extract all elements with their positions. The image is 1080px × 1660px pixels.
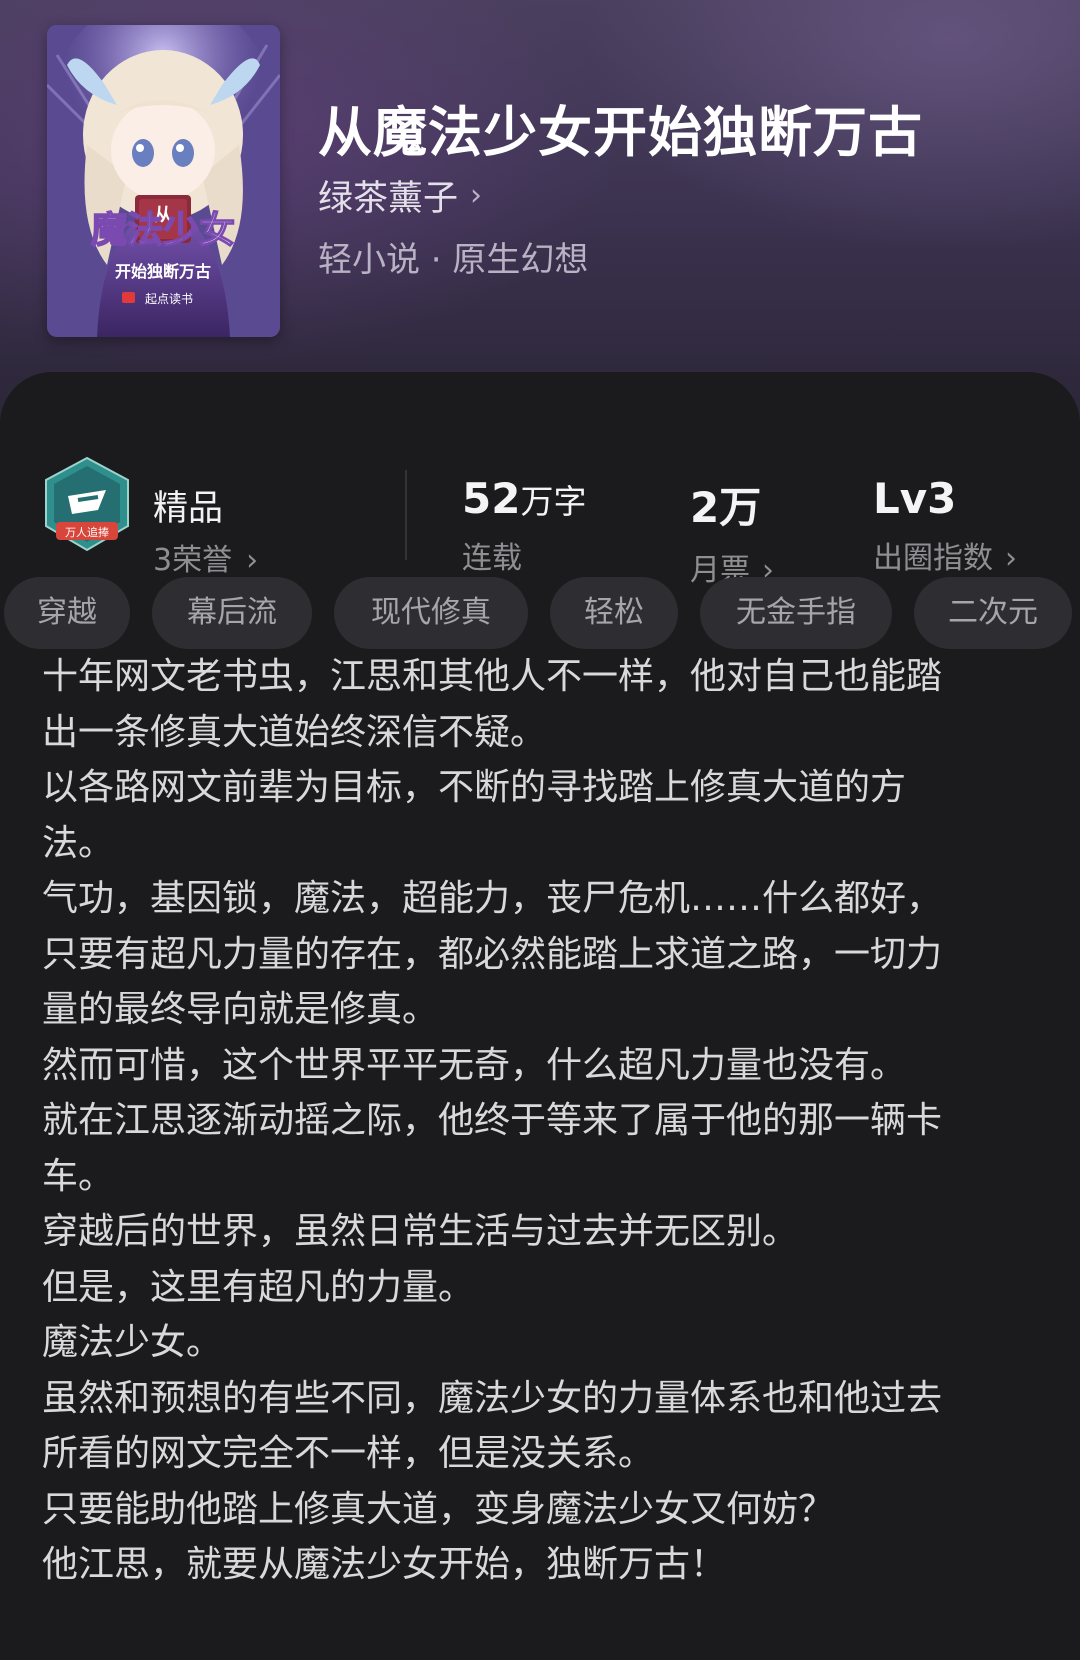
description-line: 他江思，就要从魔法少女开始，独断万古！ xyxy=(42,1544,727,1585)
description-line: 只要有超凡力量的存在，都必然能踏上求道之路，一切力 xyxy=(42,933,943,975)
monthly-ticket-stat[interactable]: 2万 月票 › xyxy=(690,474,774,589)
popularity-level: Lv3 xyxy=(873,474,957,523)
description-line: 车。 xyxy=(42,1155,115,1197)
book-description: 十年网文老书虫，江思和其他人不一样，他对自己也能踏 出一条修真大道始终深信不疑。… xyxy=(42,649,1042,1593)
author-name: 绿茶薰子 xyxy=(318,179,459,219)
description-line: 然而可惜，这个世界平平无奇，什么超凡力量也没有。 xyxy=(42,1044,907,1086)
description-line: 只要能助他踏上修真大道，变身魔法少女又何妨？ xyxy=(42,1488,835,1530)
book-detail-page: 从 魔法少女 开始独断万古 起点读书 从魔法少女开始独断万古 绿茶薰子 › 轻小… xyxy=(0,0,1080,1660)
book-info-panel: 万人追捧 精品 3荣誉 › 52万字 连载 2万 月票› Lv3 出圈指数 › xyxy=(0,372,1080,1660)
honor-link[interactable]: 3荣誉 › xyxy=(153,535,258,579)
serial-status: 连载 xyxy=(462,541,522,576)
stats-row: 万人追捧 精品 3荣誉 › 52万字 连载 2万 月票 › Lv3 出圈指数 › xyxy=(0,422,1080,588)
popularity-label: 出圈指数 xyxy=(873,541,993,576)
cover-title: 魔法少女 xyxy=(91,210,235,251)
book-title: 从魔法少女开始独断万古 xyxy=(318,101,923,164)
description-line: 出一条修真大道始终深信不疑。 xyxy=(42,711,547,753)
popularity-stat[interactable]: Lv3 出圈指数 › xyxy=(873,474,1017,577)
cover-publisher: 起点读书 xyxy=(145,292,193,306)
description-line: 气功，基因锁，魔法，超能力，丧尸危机……什么都好， xyxy=(42,878,943,919)
description-line: 但是，这里有超凡的力量。 xyxy=(42,1266,475,1308)
description-line: 量的最终导向就是修真。 xyxy=(42,989,439,1030)
tag-chip[interactable]: 二次元 xyxy=(914,577,1072,649)
tag-chip[interactable]: 幕后流 xyxy=(152,577,312,649)
chevron-right-icon: › xyxy=(246,543,259,578)
monthly-ticket-value: 2万 xyxy=(690,483,762,532)
honor-title: 精品 xyxy=(153,489,224,529)
honor-badge-icon[interactable]: 万人追捧 xyxy=(42,456,132,552)
description-line: 以各路网文前辈为目标，不断的寻找踏上修真大道的方 xyxy=(42,767,907,808)
book-header: 从 魔法少女 开始独断万古 起点读书 从魔法少女开始独断万古 绿茶薰子 › 轻小… xyxy=(0,0,1080,420)
tag-chip[interactable]: 穿越 xyxy=(4,577,130,649)
word-count-unit: 万字 xyxy=(520,482,587,521)
tag-chip[interactable]: 无金手指 xyxy=(700,577,892,649)
stats-divider xyxy=(405,470,407,560)
tag-list: 穿越 幕后流 现代修真 轻松 无金手指 二次元 xyxy=(4,577,1080,651)
word-count-value: 52 xyxy=(462,474,521,523)
author-link[interactable]: 绿茶薰子 › xyxy=(318,170,482,221)
tag-chip[interactable]: 轻松 xyxy=(550,577,678,649)
description-line: 魔法少女。 xyxy=(42,1322,223,1363)
word-count-stat: 52万字 连载 xyxy=(462,474,586,577)
description-line: 就在江思逐渐动摇之际，他终于等来了属于他的那一辆卡 xyxy=(42,1100,943,1141)
description-line: 法。 xyxy=(42,822,115,864)
book-cover[interactable]: 从 魔法少女 开始独断万古 起点读书 xyxy=(47,25,280,337)
description-line: 所看的网文完全不一样，但是没关系。 xyxy=(42,1433,655,1474)
description-line: 十年网文老书虫，江思和其他人不一样，他对自己也能踏 xyxy=(42,656,943,697)
cover-subtitle: 开始独断万古 xyxy=(115,262,211,281)
honor-count: 3荣誉 xyxy=(153,543,233,578)
tag-chip[interactable]: 现代修真 xyxy=(334,577,528,649)
book-genre: 轻小说 · 原生幻想 xyxy=(318,240,589,280)
cover-illustration: 从 魔法少女 开始独断万古 起点读书 xyxy=(47,25,280,337)
chevron-right-icon: › xyxy=(470,178,483,213)
description-line: 穿越后的世界，虽然日常生活与过去并无区别。 xyxy=(42,1211,799,1252)
chevron-right-icon: › xyxy=(1005,541,1017,576)
badge-text: 万人追捧 xyxy=(65,525,109,539)
description-line: 虽然和预想的有些不同，魔法少女的力量体系也和他过去 xyxy=(42,1377,943,1419)
